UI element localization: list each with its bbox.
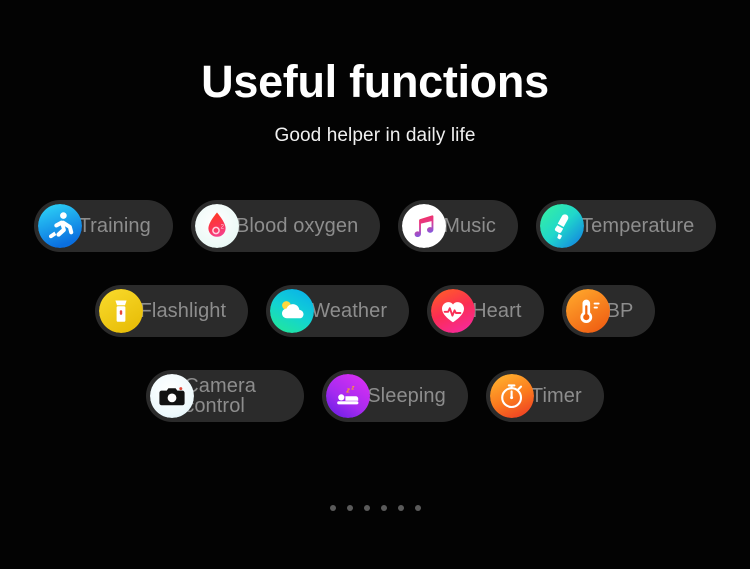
function-chip-rows: Training 2 Blood oxygen Music Temperatur… bbox=[0, 200, 750, 455]
blood-drop-o2-icon: 2 bbox=[194, 204, 239, 248]
chip-heart[interactable]: Heart bbox=[427, 285, 544, 337]
pagination-dot[interactable] bbox=[329, 505, 336, 511]
page-title: Useful functions bbox=[201, 56, 549, 107]
chip-label: Camera control bbox=[184, 374, 256, 417]
chip-row-1: Training 2 Blood oxygen Music Temperatur… bbox=[0, 200, 750, 252]
pagination-dot[interactable] bbox=[397, 505, 404, 511]
header: Useful functions Good helper in daily li… bbox=[0, 56, 750, 147]
chip-label: Weather bbox=[311, 299, 388, 322]
svg-text:z: z bbox=[345, 385, 350, 394]
chip-blood-oxygen[interactable]: 2 Blood oxygen bbox=[190, 200, 381, 252]
promo-page: Useful functions Good helper in daily li… bbox=[0, 0, 750, 569]
infrared-thermometer-icon bbox=[540, 204, 585, 248]
chip-label: Timer bbox=[530, 384, 582, 407]
stopwatch-icon bbox=[489, 374, 534, 418]
flashlight-icon bbox=[98, 289, 143, 333]
chip-camera-control[interactable]: Camera control bbox=[146, 370, 305, 422]
page-subtitle: Good helper in daily life bbox=[274, 124, 476, 146]
chip-label: Heart bbox=[472, 299, 522, 322]
pagination-dot[interactable] bbox=[346, 505, 353, 511]
chip-training[interactable]: Training bbox=[33, 200, 173, 252]
chip-label: Sleeping bbox=[367, 384, 446, 407]
chip-label: Flashlight bbox=[139, 299, 227, 322]
chip-row-3: Camera control z z Sleeping Timer bbox=[0, 370, 750, 422]
chip-label: BP bbox=[606, 299, 634, 322]
chip-weather[interactable]: Weather bbox=[266, 285, 410, 337]
chip-bp[interactable]: BP bbox=[561, 285, 656, 337]
heart-pulse-icon bbox=[431, 289, 476, 333]
chip-temperature[interactable]: Temperature bbox=[536, 200, 717, 252]
chip-timer[interactable]: Timer bbox=[485, 370, 604, 422]
svg-text:z: z bbox=[351, 385, 355, 391]
pagination-dot[interactable] bbox=[414, 505, 421, 511]
sun-cloud-icon bbox=[270, 289, 315, 333]
chip-row-2: Flashlight Weather Heart BP bbox=[0, 285, 750, 337]
running-person-icon bbox=[37, 204, 82, 248]
chip-label: Music bbox=[443, 214, 497, 237]
chip-sleeping[interactable]: z z Sleeping bbox=[322, 370, 468, 422]
camera-icon bbox=[150, 374, 195, 418]
bed-sleep-icon: z z bbox=[326, 374, 371, 418]
chip-label: Training bbox=[78, 214, 151, 237]
carousel-pagination[interactable] bbox=[0, 505, 750, 511]
chip-music[interactable]: Music bbox=[398, 200, 519, 252]
chip-flashlight[interactable]: Flashlight bbox=[94, 285, 249, 337]
chip-label: Temperature bbox=[581, 214, 695, 237]
thermometer-gauge-icon bbox=[565, 289, 610, 333]
music-note-icon bbox=[402, 204, 447, 248]
pagination-dot[interactable] bbox=[363, 505, 370, 511]
pagination-dot[interactable] bbox=[380, 505, 387, 511]
chip-label: Blood oxygen bbox=[235, 214, 359, 237]
